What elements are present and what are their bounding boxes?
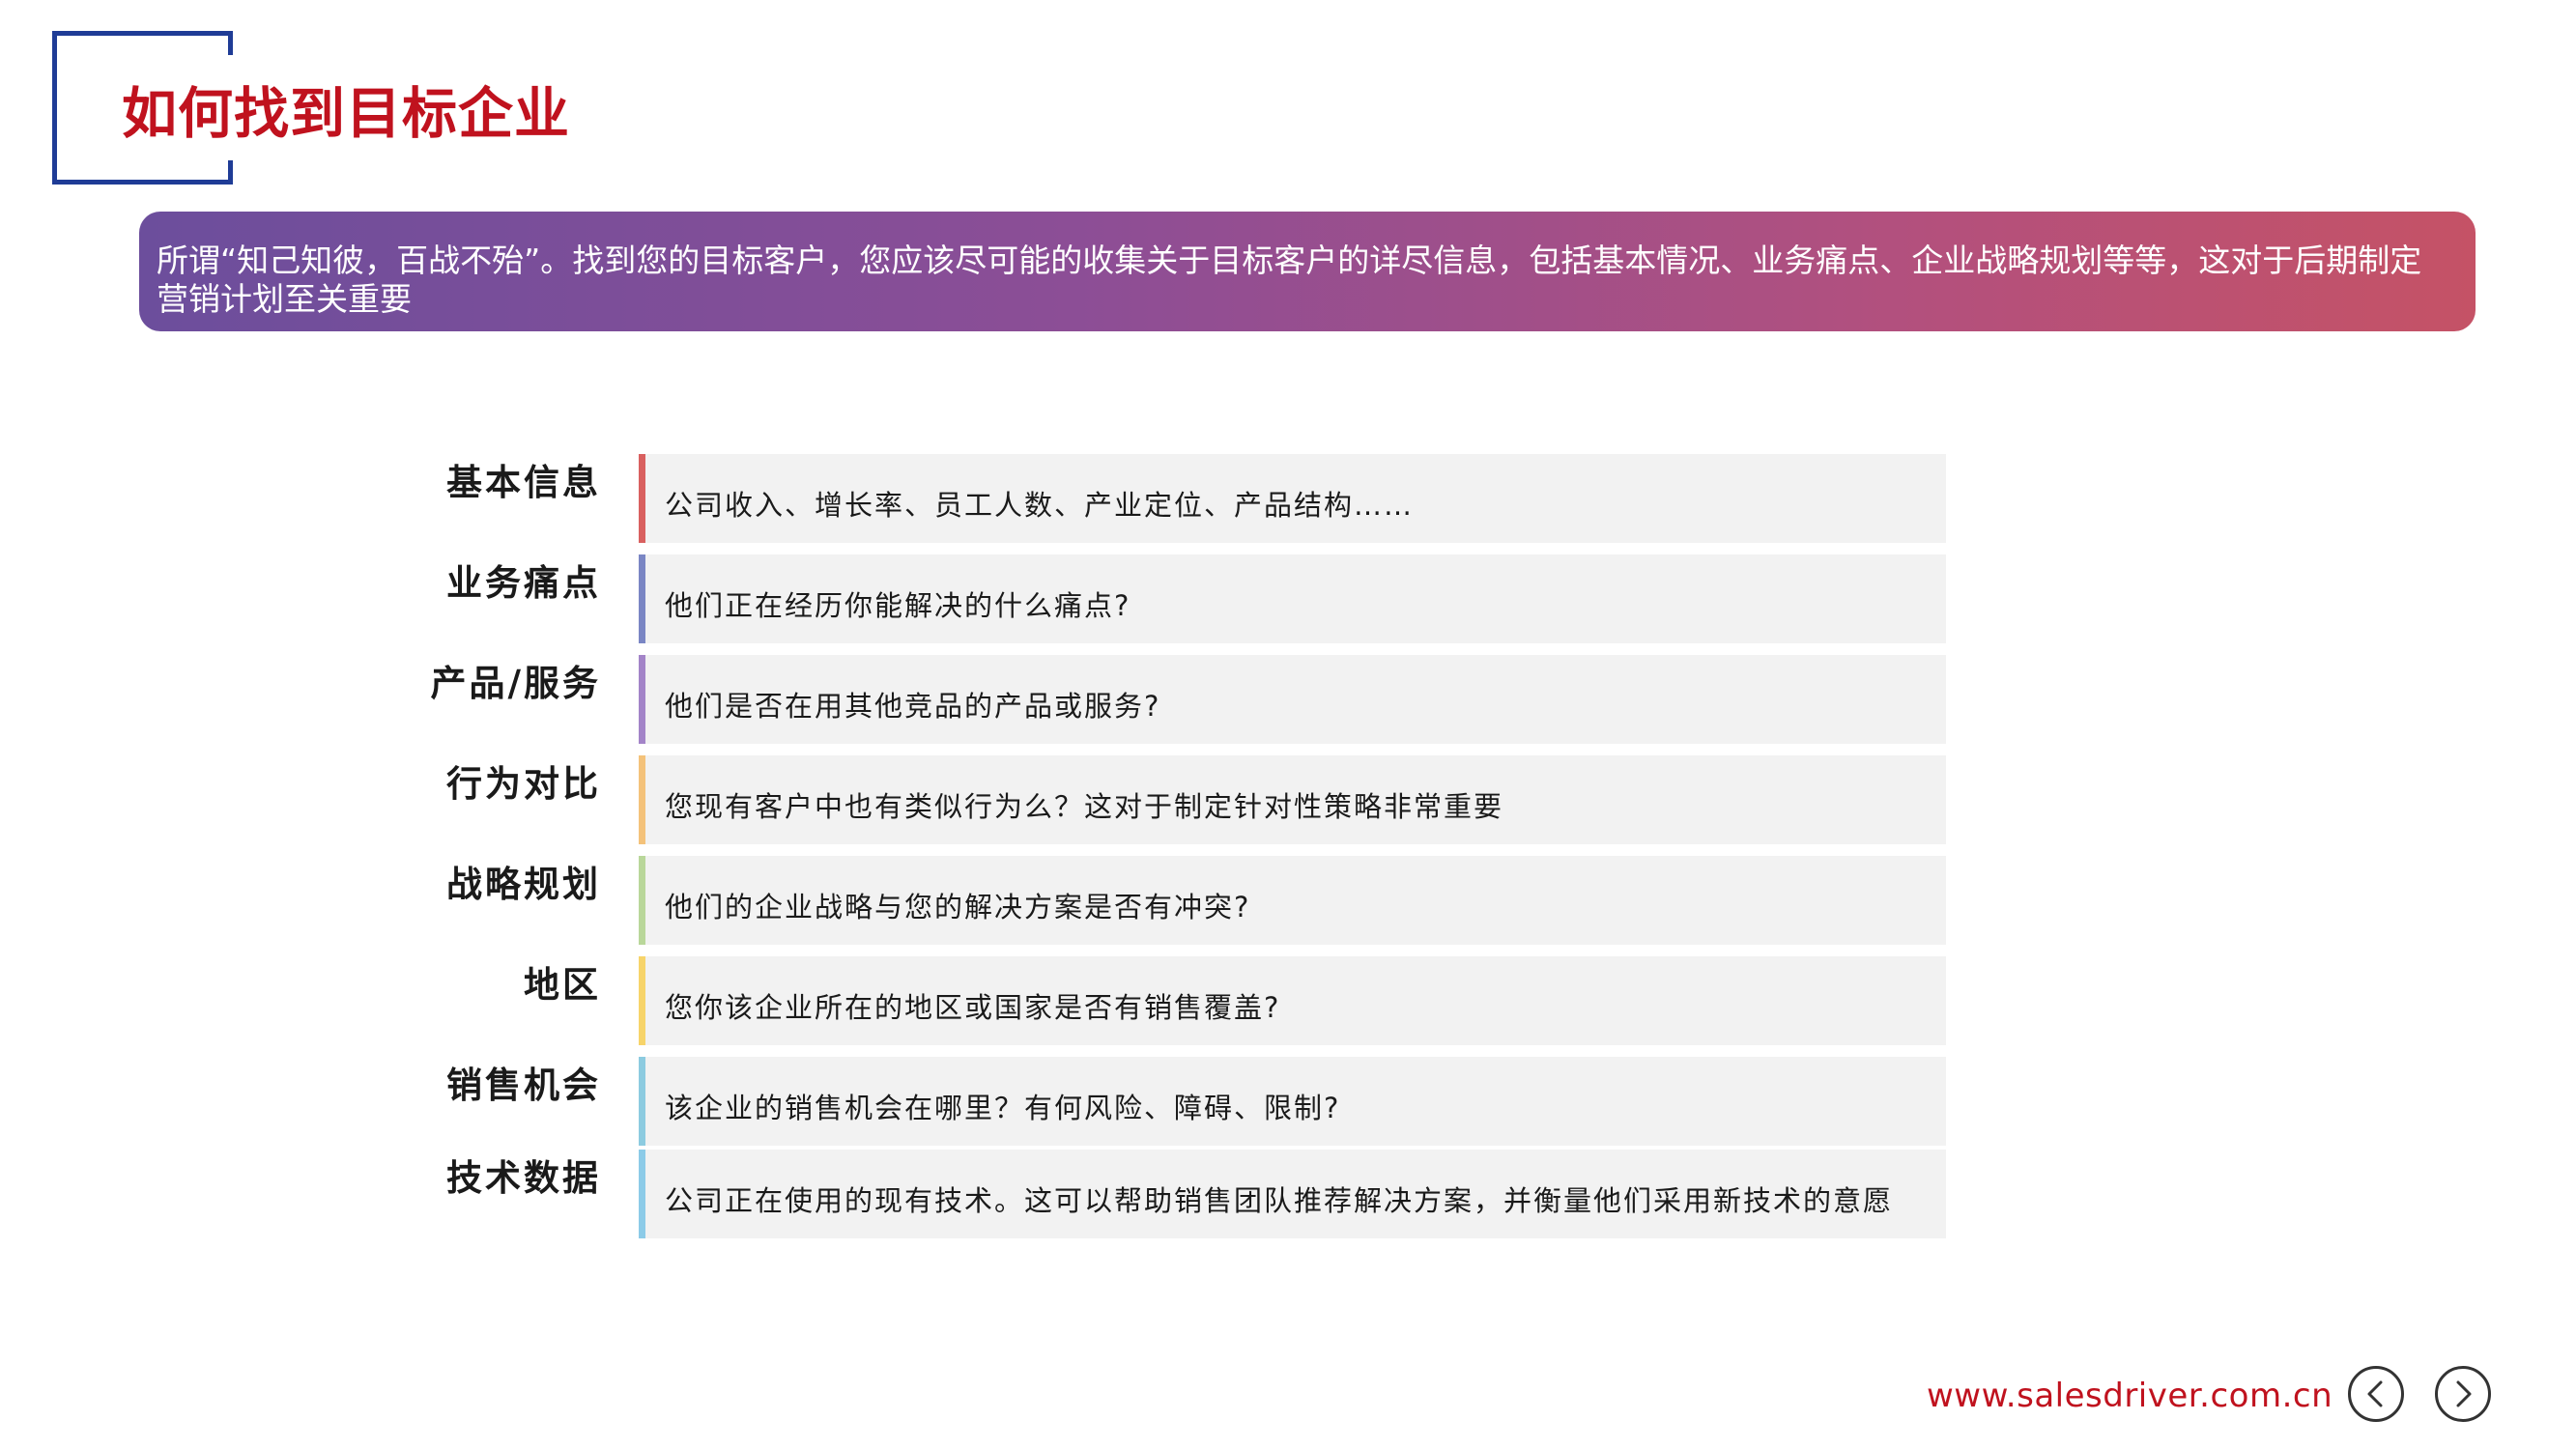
- row-box: 您现有客户中也有类似行为么？这对于制定针对性策略非常重要: [645, 755, 1946, 844]
- next-button[interactable]: [2435, 1366, 2491, 1422]
- row-text: 他们是否在用其他竞品的产品或服务?: [665, 690, 1161, 723]
- website-link[interactable]: www.salesdriver.com.cn: [1927, 1377, 2333, 1415]
- row-box: 公司收入、增长率、员工人数、产业定位、产品结构……: [645, 454, 1946, 543]
- row-behavior-compare: 行为对比 您现有客户中也有类似行为么？这对于制定针对性策略非常重要: [0, 755, 1952, 844]
- previous-button[interactable]: [2348, 1366, 2404, 1422]
- intro-text: 所谓“知己知彼，百战不殆”。找到您的目标客户，您应该尽可能的收集关于目标客户的详…: [157, 242, 2422, 318]
- row-text: 公司收入、增长率、员工人数、产业定位、产品结构……: [665, 489, 1415, 522]
- row-accent-bar: [639, 1150, 645, 1238]
- row-text: 您你该企业所在的地区或国家是否有销售覆盖?: [665, 991, 1281, 1024]
- row-products-services: 产品/服务 他们是否在用其他竞品的产品或服务?: [0, 655, 1952, 744]
- page-title: 如何找到目标企业: [122, 82, 570, 146]
- row-accent-bar: [639, 956, 645, 1045]
- row-accent-bar: [639, 655, 645, 744]
- row-box: 您你该企业所在的地区或国家是否有销售覆盖?: [645, 956, 1946, 1045]
- frame-left-edge: [52, 31, 57, 185]
- row-label: 战略规划: [446, 864, 601, 905]
- chevron-left-icon: [2367, 1380, 2383, 1407]
- row-accent-bar: [639, 554, 645, 643]
- row-label: 地区: [524, 964, 601, 1006]
- frame-top-edge: [52, 31, 233, 36]
- row-box: 公司正在使用的现有技术。这可以帮助销售团队推荐解决方案，并衡量他们采用新技术的意…: [645, 1150, 1946, 1238]
- row-box: 他们是否在用其他竞品的产品或服务?: [645, 655, 1946, 744]
- row-pain-points: 业务痛点 他们正在经历你能解决的什么痛点?: [0, 554, 1952, 643]
- row-label: 产品/服务: [430, 663, 601, 704]
- row-strategy-planning: 战略规划 他们的企业战略与您的解决方案是否有冲突?: [0, 856, 1952, 945]
- row-label: 业务痛点: [446, 562, 601, 604]
- row-text: 您现有客户中也有类似行为么？这对于制定针对性策略非常重要: [665, 790, 1504, 823]
- row-accent-bar: [639, 1057, 645, 1146]
- row-box: 他们的企业战略与您的解决方案是否有冲突?: [645, 856, 1946, 945]
- row-text: 他们的企业战略与您的解决方案是否有冲突?: [665, 891, 1251, 923]
- frame-bottom-edge: [52, 180, 233, 185]
- row-region: 地区 您你该企业所在的地区或国家是否有销售覆盖?: [0, 956, 1952, 1045]
- row-label: 销售机会: [446, 1065, 601, 1106]
- row-label: 行为对比: [446, 763, 601, 805]
- row-label: 基本信息: [446, 462, 601, 503]
- frame-right-bottom-tick: [228, 160, 233, 185]
- row-accent-bar: [639, 755, 645, 844]
- row-box: 该企业的销售机会在哪里？有何风险、障碍、限制?: [645, 1057, 1946, 1146]
- intro-banner: 所谓“知己知彼，百战不殆”。找到您的目标客户，您应该尽可能的收集关于目标客户的详…: [139, 212, 2476, 331]
- chevron-right-icon: [2456, 1380, 2472, 1407]
- row-basic-info: 基本信息 公司收入、增长率、员工人数、产业定位、产品结构……: [0, 454, 1952, 543]
- row-label: 技术数据: [446, 1157, 601, 1199]
- row-text: 他们正在经历你能解决的什么痛点?: [665, 589, 1131, 622]
- frame-right-top-tick: [228, 31, 233, 55]
- row-sales-opportunity: 销售机会 该企业的销售机会在哪里？有何风险、障碍、限制?: [0, 1057, 1952, 1146]
- row-tech-data: 技术数据 公司正在使用的现有技术。这可以帮助销售团队推荐解决方案，并衡量他们采用…: [0, 1150, 1952, 1238]
- row-box: 他们正在经历你能解决的什么痛点?: [645, 554, 1946, 643]
- row-accent-bar: [639, 856, 645, 945]
- row-text: 该企业的销售机会在哪里？有何风险、障碍、限制?: [665, 1092, 1341, 1124]
- row-accent-bar: [639, 454, 645, 543]
- row-text: 公司正在使用的现有技术。这可以帮助销售团队推荐解决方案，并衡量他们采用新技术的意…: [665, 1184, 1894, 1217]
